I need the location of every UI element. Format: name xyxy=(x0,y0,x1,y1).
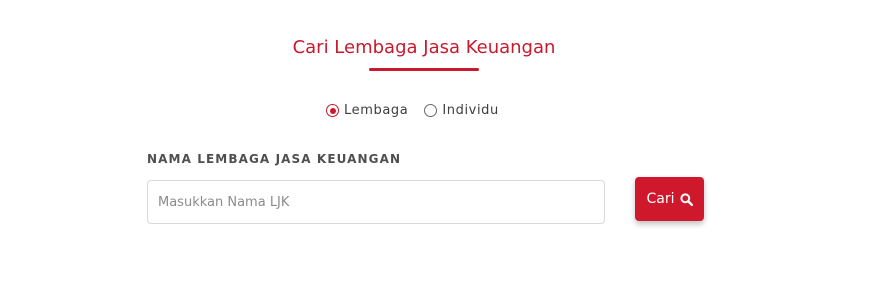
search-button[interactable]: Cari xyxy=(635,177,704,221)
field-label: NAMA LEMBAGA JASA KEUANGAN xyxy=(147,152,402,166)
title-underline xyxy=(369,68,479,71)
search-icon xyxy=(679,192,693,206)
radio-option-lembaga[interactable]: Lembaga xyxy=(326,103,408,118)
ljk-name-input[interactable] xyxy=(147,180,605,224)
radio-individu[interactable] xyxy=(424,104,438,117)
radio-option-individu[interactable]: Individu xyxy=(424,103,499,118)
page-title: Cari Lembaga Jasa Keuangan xyxy=(292,37,556,58)
search-type-radio-group: Lembaga Individu xyxy=(326,103,499,118)
search-button-label: Cari xyxy=(646,191,675,207)
radio-lembaga[interactable] xyxy=(326,104,339,117)
radio-label-lembaga: Lembaga xyxy=(344,103,409,118)
radio-label-individu: Individu xyxy=(442,103,499,118)
